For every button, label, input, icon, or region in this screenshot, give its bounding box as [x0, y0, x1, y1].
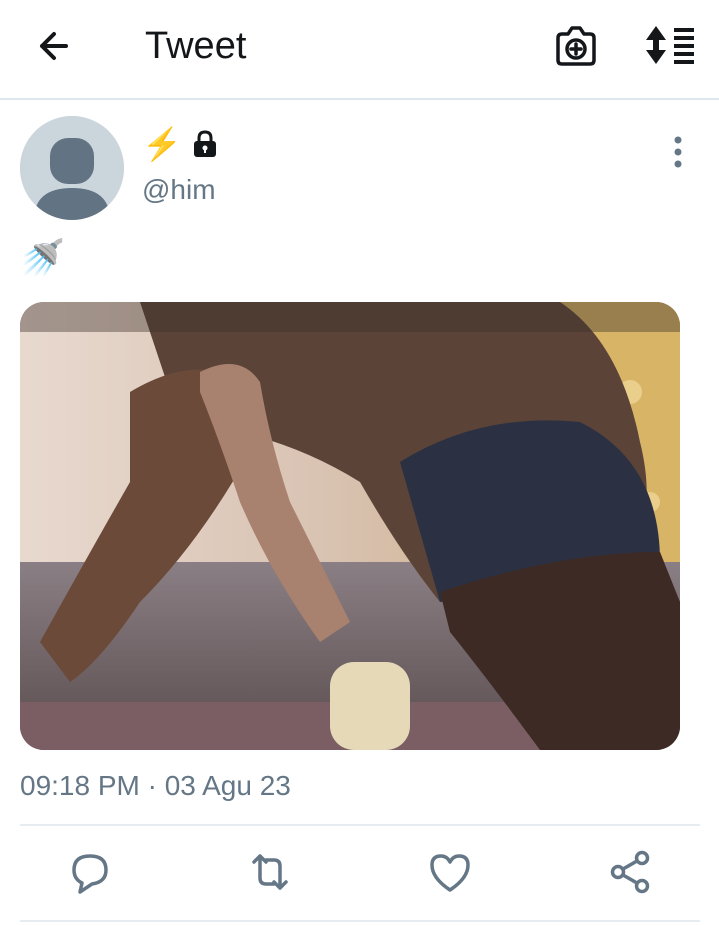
- back-button[interactable]: [30, 24, 80, 68]
- display-name-emoji: ⚡: [142, 126, 182, 162]
- more-options-button[interactable]: [664, 132, 692, 172]
- camera-button[interactable]: [550, 22, 602, 70]
- arrow-left-icon: [40, 32, 68, 60]
- avatar[interactable]: [20, 116, 124, 220]
- user-handle[interactable]: @him: [142, 170, 216, 210]
- sort-list-icon: [646, 26, 694, 64]
- share-button[interactable]: [606, 848, 654, 896]
- retweet-icon: [252, 854, 288, 890]
- reply-button[interactable]: [66, 848, 114, 896]
- divider: [20, 824, 700, 826]
- tweet-detail-screen: Tweet ⚡ @him 🚿 09:18 PM · 03 Agu 23: [0, 0, 719, 926]
- lock-icon: [193, 130, 216, 157]
- divider-bottom: [20, 920, 700, 922]
- share-icon: [610, 850, 650, 894]
- tweet-text: 🚿: [20, 237, 65, 278]
- tweet-photo: [20, 302, 680, 750]
- sort-button[interactable]: [642, 20, 698, 70]
- retweet-button[interactable]: [246, 848, 294, 896]
- top-app-bar: Tweet: [0, 0, 719, 100]
- camera-add-icon: [556, 26, 596, 66]
- like-heart-icon: [430, 854, 470, 892]
- like-button[interactable]: [426, 848, 474, 896]
- reply-icon: [72, 854, 108, 894]
- more-vertical-icon: [674, 136, 682, 168]
- default-avatar-icon: [20, 116, 124, 220]
- page-title: Tweet: [145, 25, 247, 67]
- tweet-media[interactable]: [20, 302, 680, 750]
- tweet-timestamp[interactable]: 09:18 PM · 03 Agu 23: [20, 766, 291, 806]
- display-name[interactable]: ⚡: [142, 124, 220, 164]
